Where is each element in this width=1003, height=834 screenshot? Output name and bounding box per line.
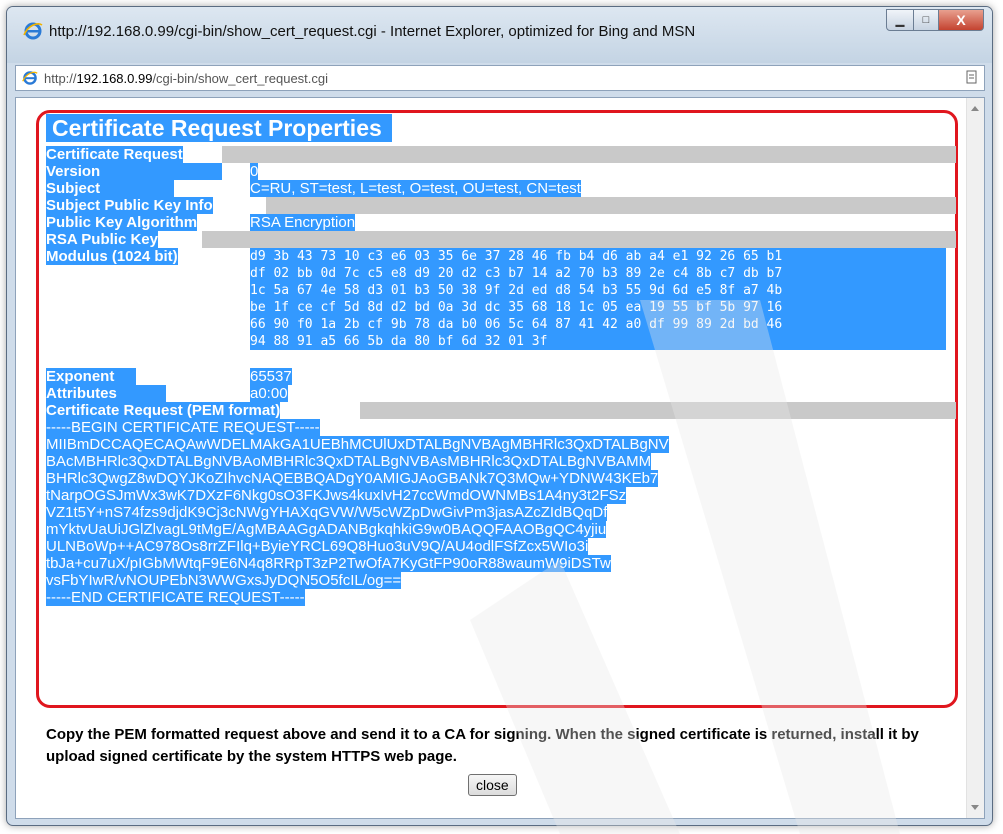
section-bar <box>222 146 956 163</box>
browser-window: http://192.168.0.99/cgi-bin/show_cert_re… <box>6 6 993 826</box>
subject-label: Subject <box>46 180 174 197</box>
row-subject: Subject C=RU, ST=test, L=test, O=test, O… <box>46 180 956 197</box>
vertical-scrollbar[interactable] <box>966 98 984 818</box>
algorithm-value: RSA Encryption <box>250 214 356 231</box>
maximize-icon: □ <box>922 14 930 26</box>
title-bar: http://192.168.0.99/cgi-bin/show_cert_re… <box>7 7 992 91</box>
modulus-line: d9 3b 43 73 10 c3 e6 03 35 6e 37 28 46 f… <box>250 249 783 264</box>
pem-line: tbJa+cu7uX/pIGbMWtqF9E6N4q8RRpT3zP2TwOfA… <box>46 555 611 572</box>
pem-line: VZ1t5Y+nS74fzs9djdK9Cj3cNWgYHAXqGVW/W5cW… <box>46 504 608 521</box>
modulus-line: 1c 5a 67 4e 58 d3 01 b3 50 38 9f 2d ed d… <box>250 283 783 298</box>
address-bar[interactable]: http://192.168.0.99/cgi-bin/show_cert_re… <box>15 65 985 91</box>
modulus-line: 66 90 f0 1a 2b cf 9b 78 da b0 06 5c 64 8… <box>250 317 783 332</box>
section-title: Certificate Request <box>46 146 183 163</box>
pem-line: MIIBmDCCAQECAQAwWDELMAkGA1UEBhMCUlUxDTAL… <box>46 436 669 453</box>
row-version: Version 0 <box>46 163 956 180</box>
row-exponent: Exponent 65537 <box>46 368 956 385</box>
pem-line: -----BEGIN CERTIFICATE REQUEST----- <box>46 419 320 436</box>
section-bar <box>266 197 956 214</box>
section-bar <box>360 402 956 419</box>
row-modulus: Modulus (1024 bit) d9 3b 43 73 10 c3 e6 … <box>46 248 956 368</box>
url-text: http://192.168.0.99/cgi-bin/show_cert_re… <box>44 70 329 86</box>
pem-line: vsFbYIwR/vNOUPEbN3WWGxsJyDQN5O5fcIL/og== <box>46 572 402 589</box>
page-icon[interactable] <box>966 70 978 84</box>
section-bar <box>202 231 956 248</box>
close-window-button[interactable]: X <box>939 9 984 31</box>
minimize-icon: ▁ <box>895 14 905 27</box>
minimize-button[interactable]: ▁ <box>886 9 914 31</box>
window-controls: ▁ □ X <box>886 9 984 31</box>
pem-line: BHRlc3QwgZ8wDQYJKoZIhvcNAQEBBQADgY0AMIGJ… <box>46 470 659 487</box>
internet-explorer-icon <box>22 71 38 85</box>
modulus-line: 94 88 91 a5 66 5b da 80 bf 6d 32 01 3f <box>250 334 548 349</box>
modulus-line: df 02 bb 0d 7c c5 e8 d9 20 d2 c3 b7 14 a… <box>250 266 783 281</box>
modulus-value: d9 3b 43 73 10 c3 e6 03 35 6e 37 28 46 f… <box>250 248 946 350</box>
pem-label: Certificate Request (PEM format) <box>46 402 281 419</box>
attributes-value: a0:00 <box>250 385 288 402</box>
certificate-properties: Certificate Request Properties Certifica… <box>46 114 956 606</box>
row-spki: Subject Public Key Info <box>46 197 956 214</box>
rsa-label: RSA Public Key <box>46 231 158 248</box>
window-title: http://192.168.0.99/cgi-bin/show_cert_re… <box>49 22 696 40</box>
internet-explorer-icon <box>23 22 43 40</box>
exponent-label: Exponent <box>46 368 136 385</box>
pem-block: -----BEGIN CERTIFICATE REQUEST----- MIIB… <box>46 419 956 606</box>
row-rsa-key: RSA Public Key <box>46 231 956 248</box>
row-attributes: Attributes a0:00 <box>46 385 956 402</box>
version-label: Version <box>46 163 222 180</box>
page-content: Certificate Request Properties Certifica… <box>15 97 985 819</box>
subject-value: C=RU, ST=test, L=test, O=test, OU=test, … <box>250 180 581 197</box>
row-pem-title: Certificate Request (PEM format) <box>46 402 956 419</box>
pem-line: ULNBoWp++AC978Os8rrZFIlq+ByieYRCL69Q8Huo… <box>46 538 589 555</box>
attributes-label: Attributes <box>46 385 166 402</box>
pem-line: -----END CERTIFICATE REQUEST----- <box>46 589 305 606</box>
pem-line: mYktvUaUiJGlZlvagL9tMgE/AgMBAAGgADANBgkq… <box>46 521 607 538</box>
exponent-value: 65537 <box>250 368 292 385</box>
maximize-button[interactable]: □ <box>914 9 939 31</box>
instruction-text: Copy the PEM formatted request above and… <box>46 726 919 765</box>
modulus-label: Modulus (1024 bit) <box>46 248 178 265</box>
modulus-line: be 1f ce cf 5d 8d d2 bd 0a 3d dc 35 68 1… <box>250 300 783 315</box>
algorithm-label: Public Key Algorithm <box>46 214 198 231</box>
page-title: Certificate Request Properties <box>46 114 392 142</box>
version-value: 0 <box>250 163 259 180</box>
spki-label: Subject Public Key Info <box>46 197 213 214</box>
pem-line: tNarpOGSJmWx3wK7DXzF6Nkg0sO3FKJws4kuxIvH… <box>46 487 627 504</box>
scroll-up-icon[interactable] <box>971 106 979 111</box>
pem-line: BAcMBHRlc3QxDTALBgNVBAoMBHRlc3QxDTALBgNV… <box>46 453 652 470</box>
section-certificate-request: Certificate Request <box>46 146 956 163</box>
row-algorithm: Public Key Algorithm RSA Encryption <box>46 214 956 231</box>
close-icon: X <box>956 12 966 28</box>
close-button[interactable]: close <box>468 774 517 796</box>
scroll-down-icon[interactable] <box>971 805 979 810</box>
